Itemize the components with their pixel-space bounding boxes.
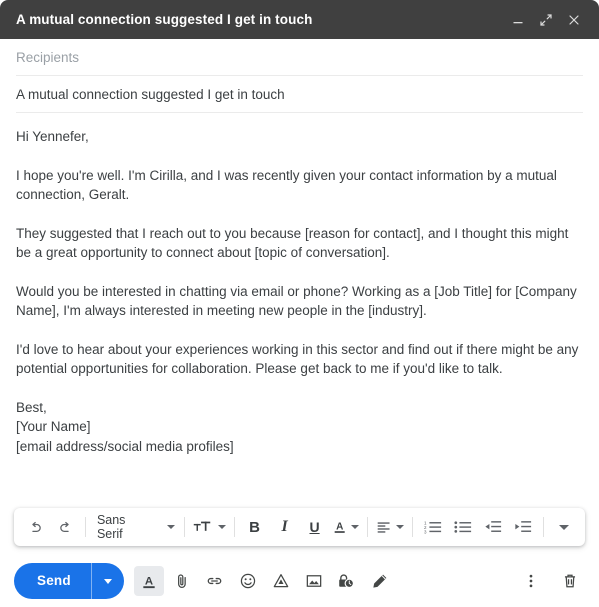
body-paragraph: They suggested that I reach out to you b… [16,225,569,261]
svg-text:3: 3 [424,529,427,534]
action-bar-right [516,566,585,596]
bulleted-list-button[interactable] [448,513,478,541]
send-options-button[interactable] [92,563,124,599]
text-color-button[interactable]: A [330,513,362,541]
indent-less-button[interactable] [478,513,508,541]
font-family-select[interactable]: Sans Serif [91,513,179,541]
body-paragraph: Hi Yennefer, [16,129,89,144]
underline-icon: U [309,519,320,535]
svg-text:A: A [145,575,153,587]
message-body[interactable]: Hi Yennefer, I hope you're well. I'm Cir… [0,113,599,508]
insert-link-button[interactable] [200,566,230,596]
bold-icon: B [249,518,260,536]
chevron-down-icon [558,524,569,530]
numbered-list-button[interactable]: 1 2 3 [418,513,448,541]
toolbar-divider [412,517,414,537]
subject-value: A mutual connection suggested I get in t… [16,86,285,102]
toolbar-divider [183,517,185,537]
redo-button[interactable] [50,513,80,541]
toolbar-divider [543,517,544,537]
insert-drive-file-button[interactable] [266,566,296,596]
subject-field[interactable]: A mutual connection suggested I get in t… [16,76,583,113]
window-controls [505,7,587,33]
font-size-select[interactable] [190,513,229,541]
confidential-mode-button[interactable] [332,566,362,596]
italic-button[interactable]: I [270,513,300,541]
chevron-down-icon [103,578,112,584]
signature-line: Best, [16,399,47,415]
more-options-button[interactable] [516,566,546,596]
action-bar: Send A [0,555,599,607]
formatting-options-button[interactable]: A [133,566,164,596]
expand-button[interactable] [533,7,559,33]
bold-button[interactable]: B [240,513,270,541]
signature-line: [email address/social media profiles] [16,438,234,454]
toolbar-divider [233,517,235,537]
align-button[interactable] [373,513,407,541]
insert-emoji-button[interactable] [233,566,263,596]
body-paragraph: I hope you're well. I'm Cirilla, and I w… [16,167,557,203]
signature-line: [Your Name] [16,419,91,434]
chevron-down-icon [350,525,359,529]
send-button[interactable]: Send [14,563,91,599]
recipients-placeholder: Recipients [16,49,80,65]
chevron-down-icon [166,525,175,529]
chevron-down-icon [217,525,226,529]
indent-more-button[interactable] [508,513,538,541]
more-format-options-button[interactable] [549,513,579,541]
send-button-group[interactable]: Send [14,563,124,599]
discard-draft-button[interactable] [555,566,585,596]
chevron-down-icon [396,525,405,529]
body-paragraph: I'd love to hear about your experiences … [16,341,579,377]
format-toolbar-wrapper: Sans Serif B I U A 1 2 3 [0,508,599,546]
attach-file-button[interactable] [167,566,197,596]
insert-signature-button[interactable] [365,566,395,596]
compose-header: A mutual connection suggested I get in t… [0,0,599,39]
recipients-field[interactable]: Recipients [16,39,583,76]
compose-window: A mutual connection suggested I get in t… [0,0,599,607]
minimize-button[interactable] [505,7,531,33]
svg-text:A: A [336,522,343,533]
underline-button[interactable]: U [300,513,330,541]
format-toolbar: Sans Serif B I U A 1 2 3 [14,508,585,546]
italic-icon: I [281,518,288,535]
toolbar-divider [85,517,86,537]
compose-tools: A [133,566,395,596]
undo-button[interactable] [20,513,50,541]
toolbar-divider [366,517,368,537]
body-paragraph: Would you be interested in chatting via … [16,283,577,319]
close-button[interactable] [561,7,587,33]
compose-title: A mutual connection suggested I get in t… [16,12,313,27]
font-family-value: Sans Serif [96,513,126,541]
insert-photo-button[interactable] [299,566,329,596]
